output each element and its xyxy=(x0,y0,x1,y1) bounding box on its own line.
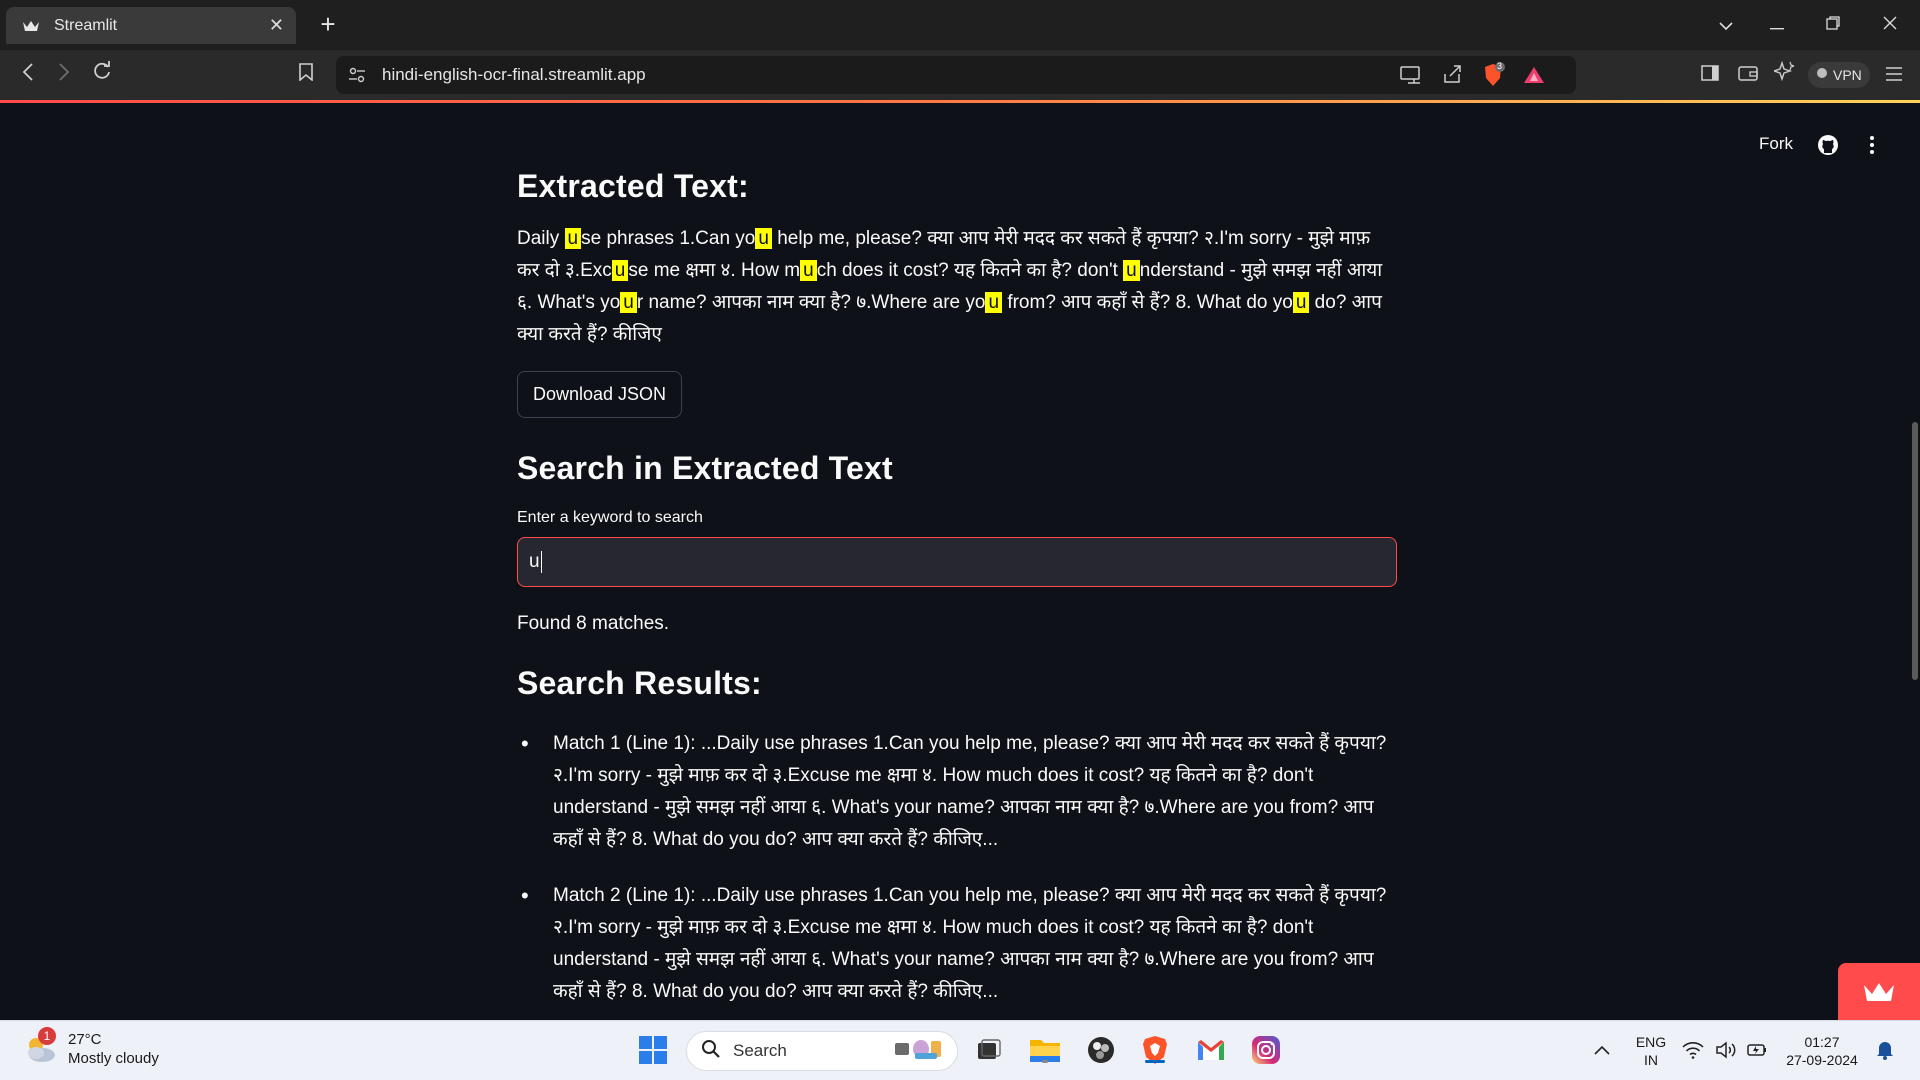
clock[interactable]: 01:27 27-09-2024 xyxy=(1780,1033,1864,1069)
gmail-icon[interactable] xyxy=(1194,1033,1228,1067)
search-icon xyxy=(701,1039,721,1064)
match-count-text: Found 8 matches. xyxy=(517,613,670,634)
bookmark-icon[interactable] xyxy=(290,59,322,91)
text-segment: Daily xyxy=(517,228,565,249)
weather-badge: 1 xyxy=(38,1027,56,1045)
browser-toolbar: hindi-english-ocr-final.streamlit.app 3 … xyxy=(0,50,1920,100)
url-text: hindi-english-ocr-final.streamlit.app xyxy=(382,65,646,84)
tab-list-chevron-icon[interactable] xyxy=(1706,8,1746,40)
extracted-text-heading: Extracted Text: xyxy=(517,168,749,204)
notification-bell-icon[interactable] xyxy=(1870,1033,1900,1067)
kebab-icon[interactable] xyxy=(1860,131,1884,159)
match-highlight: u xyxy=(755,228,772,249)
vpn-button[interactable]: VPN xyxy=(1808,62,1870,88)
wifi-icon[interactable] xyxy=(1680,1033,1706,1067)
text-segment: se phrases 1.Can yo xyxy=(581,228,756,249)
match-highlight: u xyxy=(1292,292,1310,313)
text-cursor xyxy=(540,551,542,573)
page-scrollbar[interactable] xyxy=(1912,422,1918,680)
cloudy-weather-icon: 1 xyxy=(22,1027,58,1067)
close-window-icon[interactable] xyxy=(1870,8,1910,40)
forward-icon[interactable] xyxy=(48,59,80,91)
temperature: 27°C xyxy=(68,1031,102,1048)
clock-date: 27-09-2024 xyxy=(1786,1052,1858,1068)
cast-icon[interactable] xyxy=(1400,65,1422,90)
vpn-icon xyxy=(1816,66,1828,84)
search-result-item: Match 2 (Line 1): ...Daily use phrases 1… xyxy=(517,880,1397,1008)
search-result-item: Match 1 (Line 1): ...Daily use phrases 1… xyxy=(517,728,1397,856)
search-input-label: Enter a keyword to search xyxy=(517,509,703,526)
streamlit-crown-icon xyxy=(1864,982,1894,1001)
download-json-button[interactable]: Download JSON xyxy=(517,371,683,418)
brave-icon[interactable] xyxy=(1138,1033,1172,1067)
volume-icon[interactable] xyxy=(1713,1033,1739,1067)
instagram-icon[interactable] xyxy=(1249,1033,1283,1067)
brave-rewards-icon[interactable] xyxy=(1523,66,1545,89)
search-input-value: u xyxy=(529,551,540,572)
chevron-up-icon[interactable] xyxy=(1585,1033,1619,1067)
close-tab-icon[interactable]: ✕ xyxy=(269,15,284,36)
streamlit-badge[interactable] xyxy=(1838,963,1920,1020)
task-view-icon[interactable] xyxy=(972,1033,1006,1067)
tab-title: Streamlit xyxy=(54,16,118,34)
clock-time: 01:27 xyxy=(1804,1034,1840,1050)
wallet-icon[interactable] xyxy=(1732,59,1764,91)
search-results-list: Match 1 (Line 1): ...Daily use phrases 1… xyxy=(517,728,1397,1008)
menu-icon[interactable] xyxy=(1878,59,1910,91)
search-input[interactable]: u xyxy=(517,537,1397,587)
brave-shield-icon[interactable]: 3 xyxy=(1481,61,1505,93)
weather-widget[interactable]: 1 27°C Mostly cloudy xyxy=(22,1027,159,1068)
fork-button[interactable]: Fork xyxy=(1759,134,1793,154)
reload-icon[interactable] xyxy=(86,59,118,91)
text-segment: r name? आपका नाम क्या है? ७.Where are yo xyxy=(636,292,986,313)
battery-icon[interactable] xyxy=(1744,1033,1770,1067)
extracted-text-paragraph: Daily u se phrases 1.Can yo u help me, ple… xyxy=(517,223,1397,351)
taskbar-search[interactable]: Search xyxy=(686,1031,958,1071)
sidebar-icon[interactable] xyxy=(1694,59,1726,91)
text-segment: ch does it cost? यह कितने का है? don't xyxy=(816,260,1124,281)
leo-ai-icon[interactable] xyxy=(1768,59,1800,91)
taskbar-search-label: Search xyxy=(733,1041,787,1060)
match-highlight: u xyxy=(1123,260,1140,281)
github-icon[interactable] xyxy=(1816,133,1840,157)
restore-window-icon[interactable] xyxy=(1813,8,1853,40)
vpn-label: VPN xyxy=(1833,67,1862,83)
match-highlight: u xyxy=(985,292,1003,313)
obs-icon[interactable] xyxy=(1084,1033,1118,1067)
main-content: Extracted Text: Daily u se phrases 1.Can … xyxy=(517,160,1397,1032)
weather-condition: Mostly cloudy xyxy=(68,1050,159,1067)
browser-tab-strip: Streamlit ✕ + xyxy=(0,0,1920,50)
streamlit-header-decoration xyxy=(0,100,1920,103)
search-heading: Search in Extracted Text xyxy=(517,450,893,486)
search-results-heading: Search Results: xyxy=(517,665,762,701)
taskbar: 1 27°C Mostly cloudy Search ENG IN 01:27… xyxy=(0,1020,1920,1080)
match-highlight: u xyxy=(620,292,637,313)
file-explorer-icon[interactable] xyxy=(1028,1033,1062,1067)
text-segment: from? आप कहाँ से हैं? 8. What do yo xyxy=(1002,292,1293,313)
region-code: IN xyxy=(1644,1052,1658,1068)
shield-count: 3 xyxy=(1497,61,1503,71)
site-settings-icon[interactable] xyxy=(348,66,366,89)
windows-start-icon[interactable] xyxy=(636,1033,670,1067)
share-icon[interactable] xyxy=(1442,64,1462,89)
active-app-indicator xyxy=(1145,1060,1165,1063)
language-indicator[interactable]: ENG IN xyxy=(1630,1033,1672,1069)
match-highlight: u xyxy=(611,260,629,281)
streamlit-crown-icon xyxy=(22,18,42,34)
browser-tab-streamlit[interactable]: Streamlit ✕ xyxy=(6,7,296,44)
minimize-window-icon[interactable] xyxy=(1757,8,1797,40)
language-code: ENG xyxy=(1635,1034,1667,1050)
running-indicator xyxy=(1042,1060,1048,1063)
match-highlight: u xyxy=(800,260,817,281)
match-highlight: u xyxy=(564,228,582,249)
search-highlight-icon xyxy=(891,1035,947,1068)
back-icon[interactable] xyxy=(12,59,44,91)
text-segment: se me क्षमा ४. How m xyxy=(628,260,801,281)
address-bar[interactable]: hindi-english-ocr-final.streamlit.app 3 xyxy=(336,56,1576,94)
new-tab-button[interactable]: + xyxy=(312,8,344,40)
